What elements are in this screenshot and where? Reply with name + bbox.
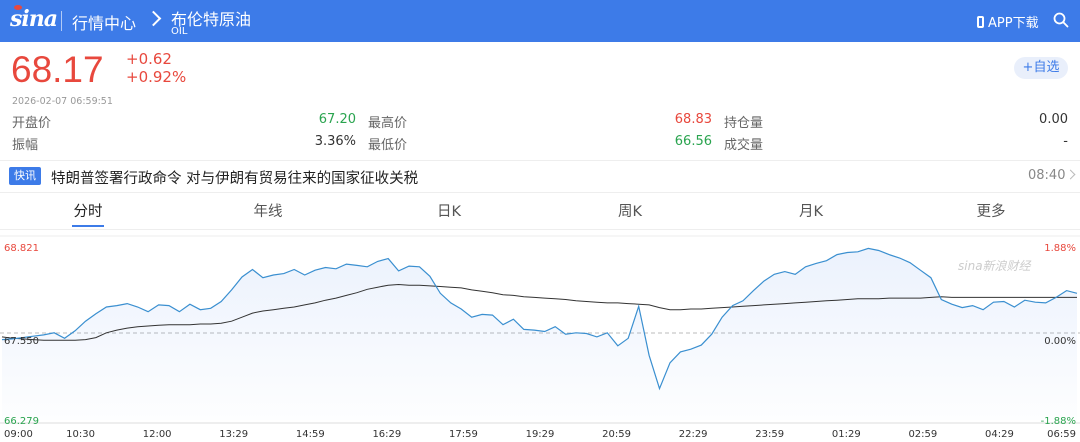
last-price: 68.17 — [11, 49, 104, 90]
phone-icon — [977, 15, 984, 28]
x-tick-label: 14:59 — [296, 429, 325, 440]
quote-timestamp: 2026-02-07 06:59:51 — [12, 96, 113, 107]
x-tick-label: 10:30 — [66, 429, 95, 440]
change-percent: +0.92% — [126, 68, 187, 86]
open-interest-label: 持仓量 — [724, 116, 764, 131]
x-tick-label: 04:29 — [985, 429, 1014, 440]
x-tick-label: 16:29 — [372, 429, 401, 440]
volume-label: 成交量 — [724, 138, 764, 153]
high-value: 68.83 — [674, 112, 712, 127]
amplitude-label: 振幅 — [12, 138, 39, 153]
tab-monthly-k[interactable]: 月K — [766, 200, 856, 221]
watermark: sina新浪财经 — [958, 259, 1033, 273]
news-headline[interactable]: 特朗普签署行政命令 对与伊朗有贸易往来的国家征收关税 — [51, 167, 418, 188]
x-tick-label: 17:59 — [449, 429, 478, 440]
x-tick-label: 23:59 — [755, 429, 784, 440]
search-icon[interactable] — [1053, 12, 1069, 28]
x-tick-label: 20:59 — [602, 429, 631, 440]
low-label: 最低价 — [368, 138, 408, 153]
x-tick-label: 09:00 — [4, 429, 33, 440]
news-ticker[interactable]: 快讯 特朗普签署行政命令 对与伊朗有贸易往来的国家征收关税 08:40 — [0, 160, 1080, 193]
app-download-button[interactable]: APP下载 — [977, 12, 1039, 31]
x-tick-label: 12:00 — [143, 429, 172, 440]
change-value: +0.62 — [126, 50, 172, 68]
amplitude-value: 3.36% — [314, 134, 356, 149]
x-tick-label: 22:29 — [679, 429, 708, 440]
y-pct-min: -1.88% — [1041, 416, 1076, 427]
y-pct-max: 1.88% — [1044, 243, 1076, 254]
volume-value: - — [1063, 134, 1068, 149]
x-tick-label: 13:29 — [219, 429, 248, 440]
x-tick-label: 19:29 — [526, 429, 555, 440]
y-label-min: 66.279 — [4, 416, 39, 427]
tab-more[interactable]: 更多 — [946, 200, 1036, 221]
x-tick-label: 02:59 — [908, 429, 937, 440]
y-label-prev-close: 67.550 — [4, 336, 39, 347]
news-time: 08:40 — [1028, 168, 1066, 183]
price-area — [2, 248, 1077, 420]
y-pct-zero: 0.00% — [1044, 336, 1076, 347]
open-value: 67.20 — [318, 112, 356, 127]
app-download-label: APP下载 — [988, 16, 1039, 31]
tab-daily-k[interactable]: 日K — [404, 200, 494, 221]
price-change: +0.62 +0.92% — [126, 50, 186, 86]
y-label-max: 68.821 — [4, 243, 39, 254]
open-label: 开盘价 — [12, 116, 52, 131]
logo-eye-icon — [14, 5, 22, 10]
nav-market-center[interactable]: 行情中心 — [72, 10, 136, 34]
tab-yearly[interactable]: 年线 — [223, 200, 313, 221]
intraday-chart[interactable]: sina新浪财经 68.821 67.550 66.279 1.88% 0.00… — [0, 228, 1080, 442]
news-badge: 快讯 — [9, 167, 41, 185]
x-tick-label: 06:59 — [1047, 429, 1076, 440]
top-bar: sina 行情中心 布伦特原油 OIL APP下载 — [0, 0, 1080, 42]
instrument-code: OIL — [171, 26, 188, 37]
open-interest-value: 0.00 — [1039, 112, 1068, 127]
add-watchlist-button[interactable]: +自选 — [1014, 57, 1068, 79]
active-tab-indicator — [72, 225, 104, 227]
chart-tabs: 分时 年线 日K 周K 月K 更多 — [0, 192, 1080, 230]
divider — [61, 11, 62, 31]
chevron-right-icon — [145, 10, 162, 27]
tab-weekly-k[interactable]: 周K — [585, 200, 675, 221]
x-axis-labels: 09:00 10:30 12:00 13:29 14:59 16:29 17:59 19:29… — [4, 429, 1076, 440]
tab-intraday[interactable]: 分时 — [43, 200, 133, 221]
high-label: 最高价 — [368, 116, 408, 131]
low-value: 66.56 — [674, 134, 712, 149]
x-tick-label: 01:29 — [832, 429, 861, 440]
